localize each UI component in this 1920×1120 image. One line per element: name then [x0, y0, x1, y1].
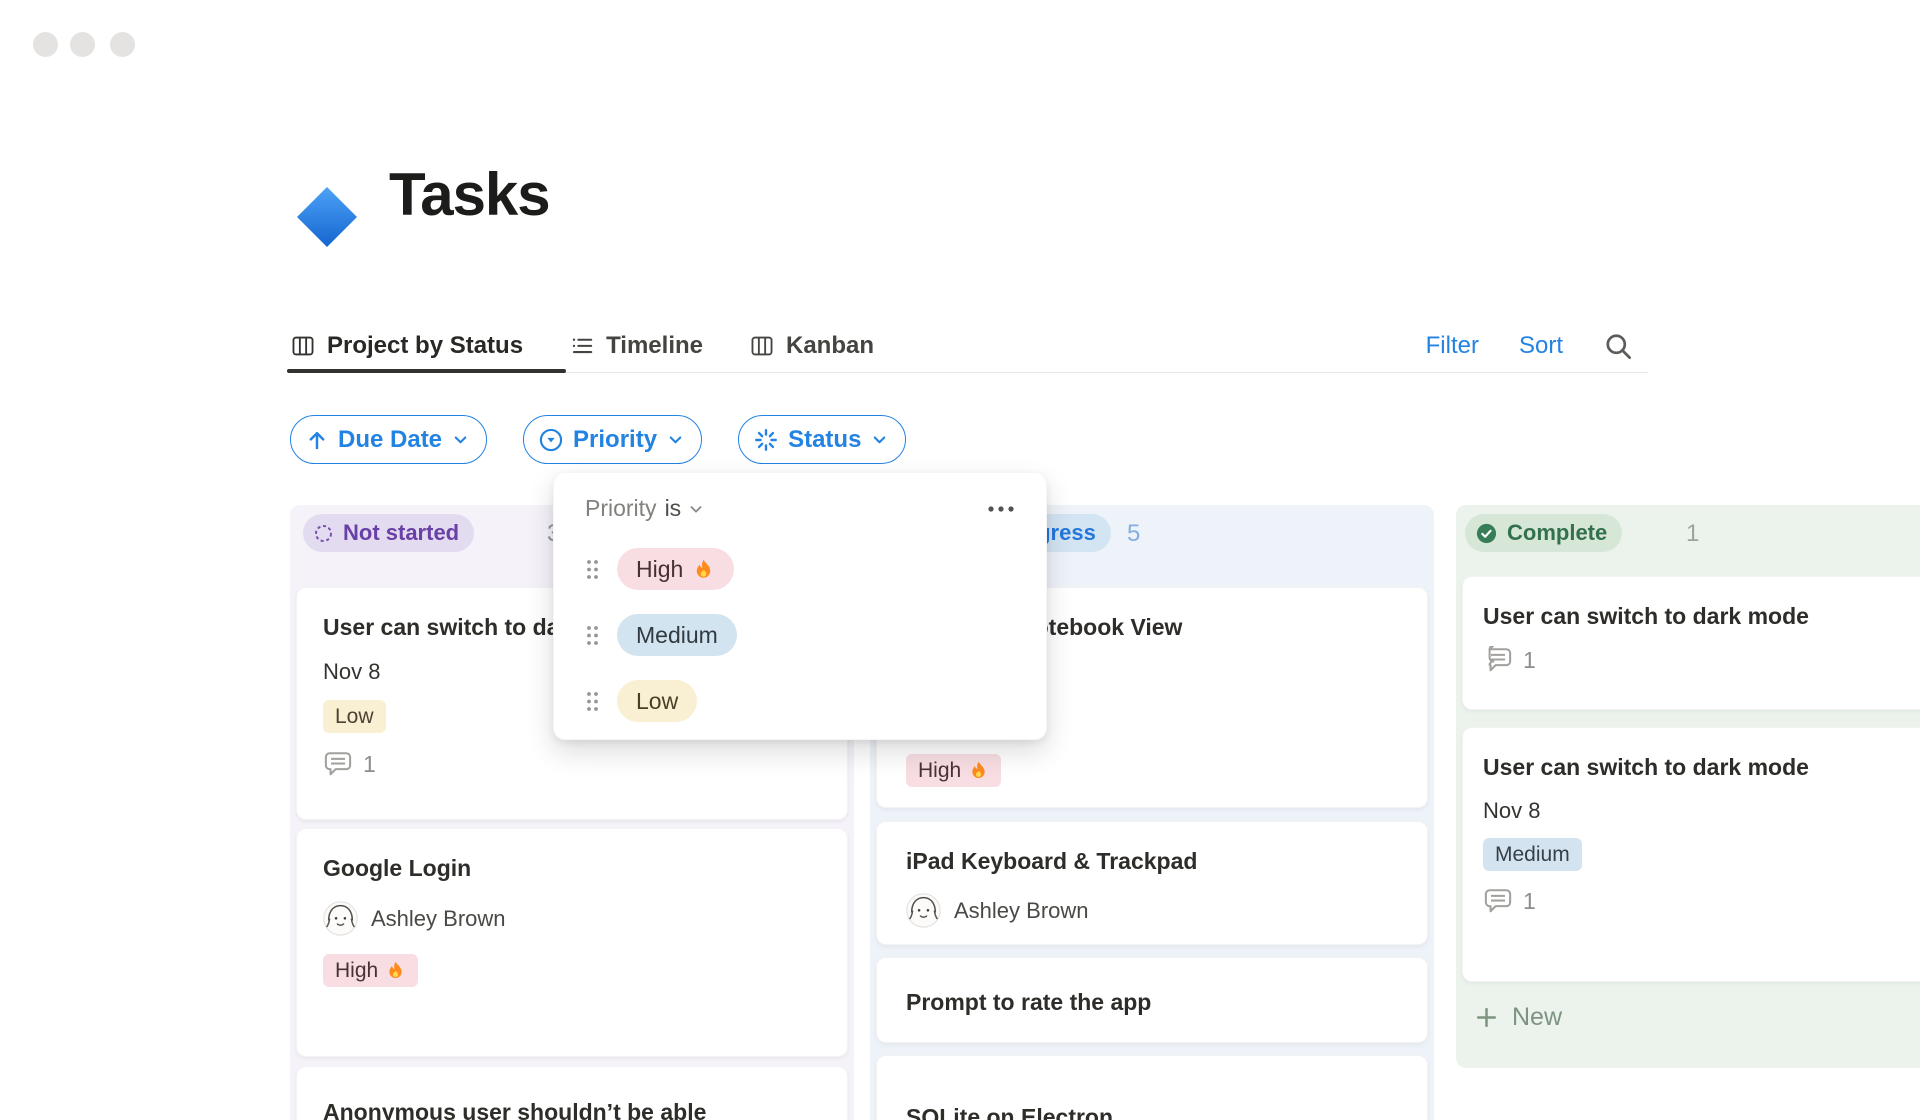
- drag-handle-icon[interactable]: [585, 624, 600, 647]
- task-card[interactable]: User can switch to dark mode Nov 8 Mediu…: [1462, 727, 1920, 982]
- priority-option-high[interactable]: High: [585, 536, 1016, 602]
- chevron-down-icon[interactable]: [687, 500, 705, 518]
- page-title: Tasks: [389, 161, 551, 228]
- board-view-icon: [290, 333, 316, 359]
- filter-pill-status[interactable]: Status: [738, 415, 907, 464]
- assignee-name: Ashley Brown: [371, 905, 506, 931]
- comment-count: 1: [1483, 887, 1920, 915]
- assignee-row: Ashley Brown: [323, 901, 819, 937]
- tag-label: High: [918, 758, 962, 782]
- task-card[interactable]: Google Login Ashley Brown High: [296, 828, 848, 1057]
- task-card[interactable]: SQLite on Electron: [876, 1055, 1428, 1120]
- fire-icon: [389, 962, 402, 979]
- fire-icon: [972, 761, 985, 779]
- chevron-down-icon: [870, 430, 889, 449]
- tab-timeline[interactable]: Timeline: [569, 332, 703, 360]
- app-window: Tasks Project by Status Timeline Kanban …: [0, 0, 1920, 1120]
- comment-count: 1: [323, 750, 819, 778]
- assignee-name: Ashley Brown: [954, 897, 1089, 923]
- tag-label: High: [335, 958, 379, 982]
- status-label: Not started: [343, 520, 460, 545]
- window-control-dot[interactable]: [70, 32, 95, 57]
- tab-label: Project by Status: [327, 332, 524, 359]
- dashed-circle-icon: [313, 523, 334, 544]
- popover-field-label[interactable]: Priority: [585, 495, 657, 522]
- check-circle-icon: [1475, 522, 1498, 545]
- new-card-label: New: [1512, 1002, 1563, 1031]
- tab-kanban[interactable]: Kanban: [749, 332, 874, 360]
- status-badge-not-started[interactable]: Not started: [303, 514, 475, 552]
- priority-select-icon: [538, 427, 564, 453]
- column-complete: Complete 1 User can switch to dark mode …: [1456, 505, 1920, 1068]
- priority-option-low[interactable]: Low: [585, 668, 1016, 734]
- comment-count: 1: [1483, 646, 1920, 674]
- active-tab-underline: [287, 369, 566, 373]
- comment-bubble-icon: [324, 752, 352, 776]
- priority-tag-high: High: [323, 954, 419, 988]
- column-count: 1: [1686, 520, 1700, 547]
- comment-bubble-icon: [1488, 646, 1512, 672]
- comment-bubble-icon: [1484, 889, 1512, 913]
- pill-label: Due Date: [338, 425, 443, 453]
- tag-label: Low: [335, 704, 374, 728]
- blue-diamond-icon: [294, 184, 360, 250]
- plus-icon: [1476, 1007, 1497, 1027]
- pill-label: Priority: [573, 425, 658, 453]
- priority-tag-medium: Medium: [1483, 838, 1582, 872]
- card-title: Google Login: [323, 855, 472, 881]
- filter-pill-due-date[interactable]: Due Date: [290, 415, 488, 464]
- comment-count-value: 1: [1523, 887, 1536, 914]
- pill-label: Status: [788, 425, 862, 453]
- comment-count-value: 1: [363, 750, 376, 777]
- comment-count-value: 1: [1523, 646, 1536, 673]
- column-count: 5: [1127, 520, 1141, 547]
- card-title: Anonymous user shouldn’t be able: [323, 1099, 707, 1120]
- card-title: Prompt to rate the app: [906, 988, 1152, 1015]
- filter-button[interactable]: Filter: [1426, 332, 1479, 360]
- view-tab-bar: Project by Status Timeline Kanban Filter…: [287, 320, 1648, 373]
- avatar: [323, 901, 358, 937]
- card-title: User can switch to dark mode: [1483, 754, 1809, 780]
- task-card[interactable]: User can switch to dark mode 1: [1462, 576, 1920, 710]
- arrow-up-icon: [305, 428, 329, 452]
- card-title: SQLite on Electron: [906, 1104, 1114, 1120]
- board-view-icon: [749, 333, 775, 359]
- status-spinner-icon: [753, 427, 779, 453]
- popover-operator-label[interactable]: is: [665, 495, 682, 522]
- task-card[interactable]: Prompt to rate the app: [876, 957, 1428, 1043]
- chevron-down-icon: [666, 430, 685, 449]
- card-due-date: Nov 8: [1483, 798, 1541, 824]
- priority-option-medium[interactable]: Medium: [585, 602, 1016, 668]
- sort-button[interactable]: Sort: [1519, 332, 1563, 360]
- timeline-view-icon: [569, 333, 595, 359]
- card-title: iPad Keyboard & Trackpad: [906, 848, 1198, 874]
- ellipsis-icon[interactable]: [986, 504, 1016, 514]
- option-label: Low: [636, 687, 679, 714]
- card-title: User can switch to dark mode: [1483, 603, 1809, 629]
- window-control-dot[interactable]: [33, 32, 58, 57]
- fire-icon: [697, 559, 711, 578]
- task-card[interactable]: Anonymous user shouldn’t be able: [296, 1066, 848, 1120]
- filter-pill-priority[interactable]: Priority: [523, 415, 703, 464]
- status-badge-complete[interactable]: Complete: [1465, 514, 1623, 552]
- assignee-row: Ashley Brown: [906, 893, 1399, 929]
- new-card-button[interactable]: New: [1456, 983, 1920, 1051]
- drag-handle-icon[interactable]: [585, 558, 600, 581]
- tab-label: Kanban: [786, 332, 875, 359]
- option-label: High: [636, 555, 684, 582]
- chevron-down-icon: [451, 430, 470, 449]
- window-control-dot[interactable]: [110, 32, 135, 57]
- avatar: [906, 893, 941, 929]
- priority-filter-popover: Priority is High Medium Low: [553, 472, 1047, 740]
- tab-label: Timeline: [606, 332, 703, 359]
- priority-tag-low: Low: [323, 700, 386, 734]
- tag-label: Medium: [1495, 842, 1570, 866]
- tab-project-by-status[interactable]: Project by Status: [287, 332, 566, 373]
- option-label: Medium: [636, 621, 718, 648]
- drag-handle-icon[interactable]: [585, 690, 600, 713]
- status-label: Complete: [1507, 520, 1608, 545]
- priority-tag-high: High: [906, 754, 1002, 787]
- magnifier-icon[interactable]: [1603, 331, 1634, 362]
- task-card[interactable]: iPad Keyboard & Trackpad Ashley Brown: [876, 821, 1428, 945]
